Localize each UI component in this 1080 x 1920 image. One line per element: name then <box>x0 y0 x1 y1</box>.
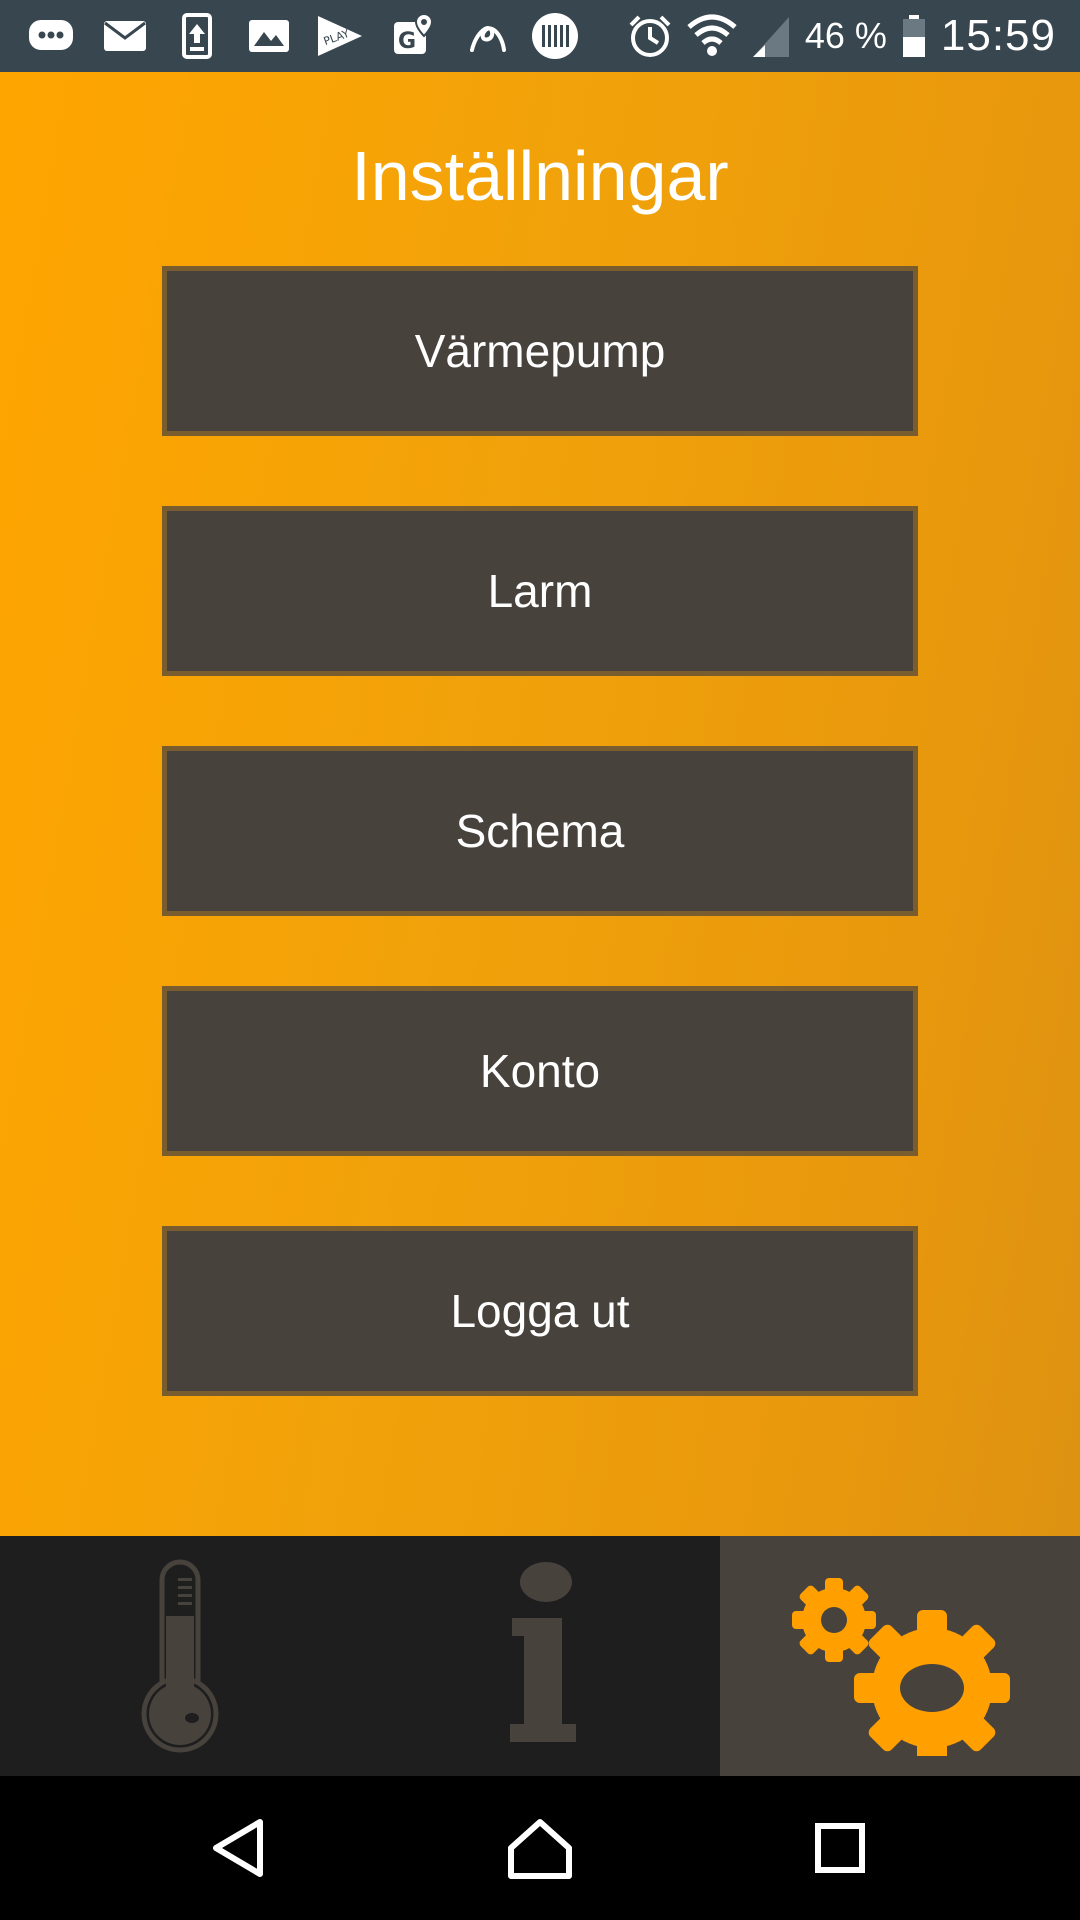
maps-icon: G <box>394 12 434 54</box>
account-button[interactable]: Konto <box>162 986 918 1156</box>
recents-icon <box>815 1823 865 1873</box>
image-icon <box>249 20 289 52</box>
back-button[interactable] <box>200 1812 280 1884</box>
wifi-icon <box>687 14 737 56</box>
status-bar: PLAY G 46 % 15:59 <box>0 0 1080 72</box>
page-title: Inställningar <box>351 137 729 215</box>
back-icon <box>213 1819 263 1877</box>
svg-text:G: G <box>398 29 416 54</box>
alarm-icon <box>629 15 671 57</box>
gears-icon <box>792 1578 1010 1756</box>
clock: 15:59 <box>940 11 1056 60</box>
home-button[interactable] <box>500 1812 580 1884</box>
tab-bar <box>0 1536 1080 1776</box>
barcode-icon <box>532 13 578 59</box>
tab-settings[interactable] <box>720 1536 1080 1776</box>
heat-pump-button[interactable]: Värmepump <box>162 266 918 436</box>
signal-icon <box>752 17 789 57</box>
play-store-icon: PLAY <box>318 16 362 56</box>
settings-screen: Inställningar Värmepump Larm Schema Kont… <box>0 72 1080 1536</box>
navigation-bar <box>0 1776 1080 1920</box>
mail-icon <box>104 21 146 51</box>
home-icon <box>508 1819 572 1879</box>
battery-icon <box>902 15 925 57</box>
schedule-button[interactable]: Schema <box>162 746 918 916</box>
battery-percent: 46 % <box>804 15 887 56</box>
logout-button[interactable]: Logga ut <box>162 1226 918 1396</box>
tab-temperature[interactable] <box>0 1536 360 1776</box>
info-icon <box>510 1562 576 1742</box>
app-icon <box>470 26 506 52</box>
tab-info[interactable] <box>360 1536 720 1776</box>
thermometer-icon <box>141 1559 219 1753</box>
chat-icon <box>29 20 73 50</box>
alarm-button[interactable]: Larm <box>162 506 918 676</box>
recents-button[interactable] <box>800 1812 880 1884</box>
upload-icon <box>182 13 212 59</box>
